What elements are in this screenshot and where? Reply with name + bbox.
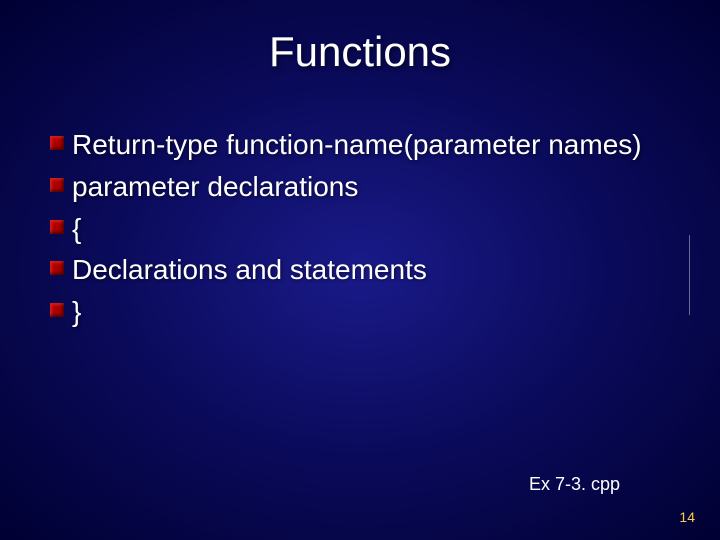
bullet-icon <box>50 178 64 192</box>
list-item: Return-type function-name(parameter name… <box>50 126 680 164</box>
list-item: parameter declarations <box>50 168 680 206</box>
slide-container: Functions Return-type function-name(para… <box>0 0 720 540</box>
footer-note: Ex 7-3. cpp <box>529 474 620 495</box>
content-area: Return-type function-name(parameter name… <box>40 126 680 331</box>
bullet-icon <box>50 136 64 150</box>
list-item: { <box>50 210 680 248</box>
list-item: } <box>50 293 680 331</box>
bullet-icon <box>50 303 64 317</box>
bullet-icon <box>50 220 64 234</box>
list-item: Declarations and statements <box>50 251 680 289</box>
bullet-icon <box>50 261 64 275</box>
slide-title: Functions <box>40 28 680 76</box>
decorative-line <box>689 235 690 315</box>
page-number: 14 <box>679 509 695 525</box>
bullet-text: Declarations and statements <box>72 251 427 289</box>
bullet-text: parameter declarations <box>72 168 358 206</box>
bullet-text: } <box>72 293 81 331</box>
bullet-text: Return-type function-name(parameter name… <box>72 126 642 164</box>
bullet-text: { <box>72 210 81 248</box>
